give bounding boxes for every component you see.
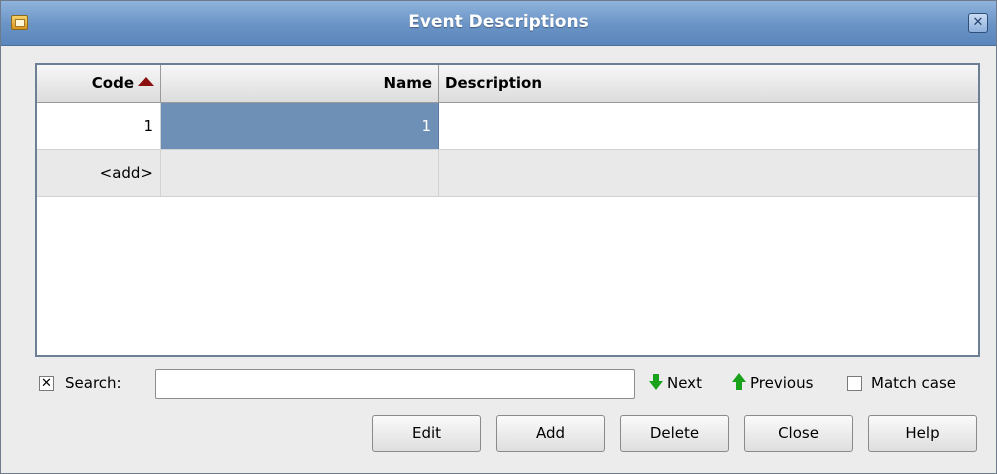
cell-description[interactable] bbox=[439, 103, 978, 149]
column-header-description[interactable]: Description bbox=[439, 65, 978, 103]
previous-label: Previous bbox=[750, 374, 814, 392]
close-icon: ✕ bbox=[972, 15, 984, 30]
sort-ascending-icon bbox=[138, 77, 154, 86]
add-button[interactable]: Add bbox=[496, 415, 605, 452]
cell-code[interactable]: <add> bbox=[37, 150, 161, 196]
match-case-checkbox[interactable] bbox=[847, 376, 862, 391]
cell-name-selected[interactable]: 1 bbox=[161, 103, 439, 149]
help-button[interactable]: Help bbox=[868, 415, 977, 452]
cell-description[interactable] bbox=[439, 150, 978, 196]
column-header-code[interactable]: Code bbox=[37, 65, 161, 103]
table-row[interactable]: 1 1 bbox=[37, 103, 978, 150]
search-label: Search: bbox=[65, 374, 122, 392]
window-close-button[interactable]: ✕ bbox=[968, 13, 988, 33]
event-table: Code Name Description 1 1 <add> bbox=[35, 63, 980, 357]
arrow-up-icon bbox=[732, 373, 746, 390]
table-header: Code Name Description bbox=[37, 65, 978, 103]
delete-button[interactable]: Delete bbox=[620, 415, 729, 452]
column-header-label: Description bbox=[445, 74, 543, 92]
edit-button[interactable]: Edit bbox=[372, 415, 481, 452]
column-header-label: Code bbox=[91, 74, 134, 92]
column-header-label: Name bbox=[383, 74, 432, 92]
title-bar[interactable]: Event Descriptions ✕ bbox=[1, 1, 996, 46]
event-descriptions-dialog: Event Descriptions ✕ Code Name Descripti… bbox=[0, 0, 997, 474]
cell-name[interactable] bbox=[161, 150, 439, 196]
previous-button[interactable]: Previous bbox=[732, 373, 814, 392]
arrow-down-icon bbox=[649, 374, 663, 390]
close-button[interactable]: Close bbox=[744, 415, 853, 452]
cell-code[interactable]: 1 bbox=[37, 103, 161, 149]
column-header-name[interactable]: Name bbox=[161, 65, 439, 103]
search-bar: ✕ Search: Next Previous Match case bbox=[37, 368, 982, 400]
search-toggle-checkbox[interactable]: ✕ bbox=[39, 376, 54, 391]
add-row[interactable]: <add> bbox=[37, 150, 978, 197]
match-case-label[interactable]: Match case bbox=[871, 374, 956, 392]
next-button[interactable]: Next bbox=[649, 374, 702, 392]
next-label: Next bbox=[667, 374, 702, 392]
search-input[interactable] bbox=[155, 369, 635, 399]
window-title: Event Descriptions bbox=[408, 12, 589, 32]
